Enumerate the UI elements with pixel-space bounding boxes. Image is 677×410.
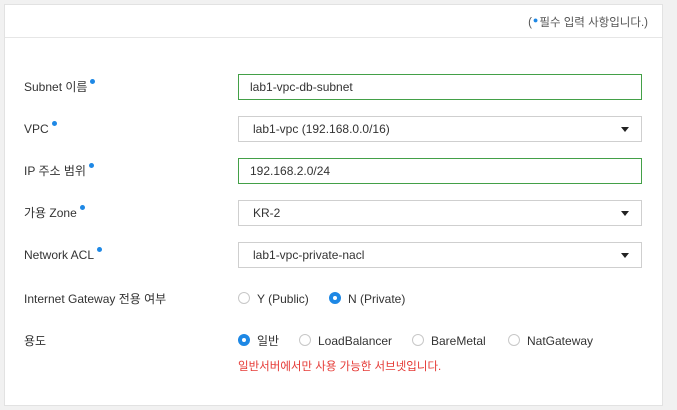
subnet-name-field-wrap	[238, 74, 642, 100]
igw-row: Internet Gateway 전용 여부 Y (Public) N (Pri…	[5, 286, 662, 312]
caret-down-icon	[621, 211, 629, 216]
network-acl-row: Network ACL lab1-vpc-private-nacl	[5, 242, 662, 268]
caret-down-icon	[621, 253, 629, 258]
required-dot-icon	[79, 205, 85, 210]
required-dot-icon	[51, 121, 57, 126]
radio-checked-icon	[238, 334, 250, 346]
required-dot-icon: ●	[532, 15, 539, 25]
header-divider	[5, 37, 662, 38]
subnet-name-input[interactable]	[239, 75, 641, 99]
vpc-selected-value: lab1-vpc (192.168.0.0/16)	[253, 122, 390, 136]
vpc-row: VPC lab1-vpc (192.168.0.0/16)	[5, 116, 662, 142]
network-acl-selected-value: lab1-vpc-private-nacl	[253, 248, 365, 262]
caret-down-icon	[621, 127, 629, 132]
ip-range-row: IP 주소 범위	[5, 158, 662, 184]
zone-select[interactable]: KR-2	[238, 200, 642, 226]
usage-label: 용도	[24, 334, 47, 348]
vpc-select[interactable]: lab1-vpc (192.168.0.0/16)	[238, 116, 642, 142]
radio-checked-icon	[329, 292, 341, 304]
usage-help-text: 일반서버에서만 사용 가능한 서브넷입니다.	[238, 361, 442, 373]
required-dot-icon	[97, 247, 103, 252]
required-dot-icon	[88, 163, 94, 168]
radio-unchecked-icon	[299, 334, 311, 346]
radio-unchecked-icon	[508, 334, 520, 346]
ip-range-input[interactable]	[239, 159, 641, 183]
ip-range-label: IP 주소 범위	[24, 158, 94, 184]
usage-row: 용도 일반 LoadBalancer BareMetal NatGateway	[5, 328, 662, 354]
subnet-name-label: Subnet 이름	[24, 74, 96, 100]
radio-unchecked-icon	[238, 292, 250, 304]
zone-row: 가용 Zone KR-2	[5, 200, 662, 226]
radio-unchecked-icon	[412, 334, 424, 346]
subnet-form-panel: (●필수 입력 사항입니다.) Subnet 이름 VPC lab1-vpc (…	[4, 4, 663, 406]
network-acl-select[interactable]: lab1-vpc-private-nacl	[238, 242, 642, 268]
zone-label: 가용 Zone	[24, 200, 85, 226]
subnet-name-row: Subnet 이름	[5, 74, 662, 100]
required-note: (●필수 입력 사항입니다.)	[528, 15, 648, 29]
zone-selected-value: KR-2	[253, 206, 281, 220]
ip-range-field-wrap	[238, 158, 642, 184]
igw-label: Internet Gateway 전용 여부	[24, 292, 167, 306]
vpc-label: VPC	[24, 116, 57, 142]
required-dot-icon	[90, 79, 96, 84]
network-acl-label: Network ACL	[24, 242, 103, 268]
